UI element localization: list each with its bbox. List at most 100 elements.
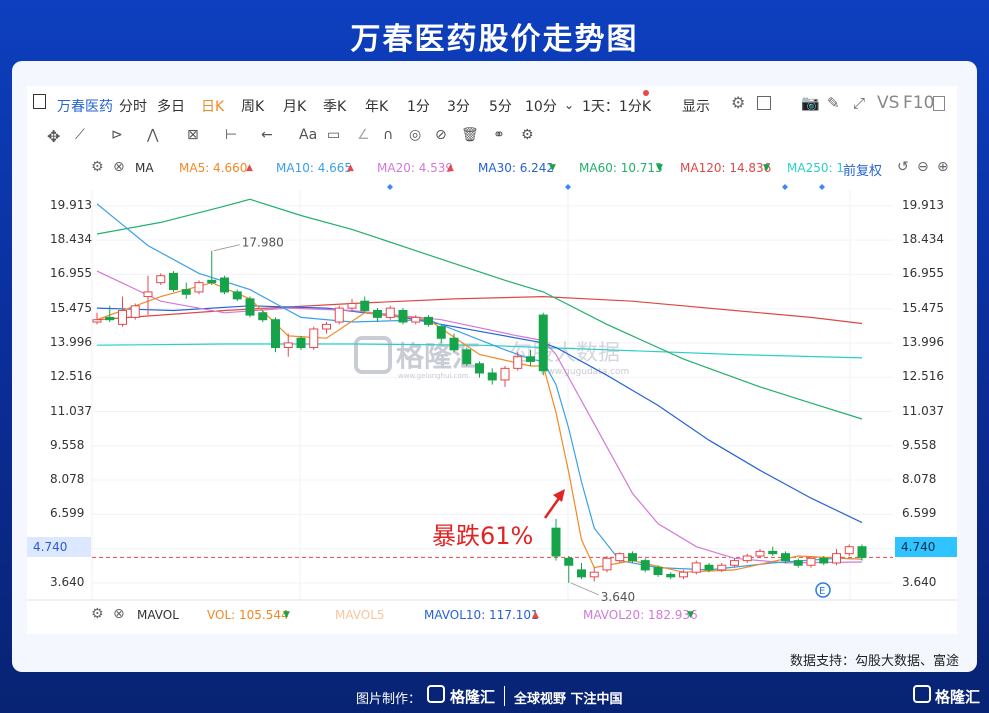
candle-body [309, 328, 319, 349]
y-tick-right: 16.955 [902, 266, 944, 281]
candle-body [857, 546, 867, 558]
candle-body [730, 560, 739, 566]
down-arrow-icon: ▼ [687, 610, 694, 620]
up-arrow-icon: ▲ [532, 610, 539, 620]
brand-name: 格隆汇 [450, 688, 496, 706]
candle-body [742, 555, 752, 562]
candle-body [130, 305, 140, 318]
vol-value: VOL: 105.544 [207, 608, 289, 622]
y-tick-left: 13.996 [50, 334, 92, 349]
event-e-label: E [819, 586, 825, 597]
candle-body [487, 372, 497, 381]
y-tick-right: 13.996 [902, 334, 944, 349]
candle-body [551, 527, 561, 557]
y-tick-left: 6.599 [50, 506, 85, 521]
event-marker [565, 184, 571, 190]
candle-body [704, 564, 714, 571]
event-marker [819, 184, 825, 190]
data-source: 数据支持：勾股大数据、富途 [789, 654, 959, 669]
footer-divider [504, 686, 505, 706]
candle-body [436, 326, 446, 339]
y-tick-left: 9.558 [50, 437, 85, 452]
candle-body [258, 312, 268, 321]
y-tick-right: 18.434 [902, 232, 944, 247]
candle-body [296, 337, 306, 349]
candle-body [283, 342, 293, 349]
footer: 图片制作： 格隆汇 全球视野 下注中国 格隆汇 [0, 680, 989, 713]
candle-body [793, 560, 803, 566]
candle-body [232, 291, 242, 300]
y-tick-right: 12.516 [902, 369, 944, 384]
y-tick-left: 12.516 [50, 369, 92, 384]
candle-body [819, 557, 829, 564]
candle-body [181, 289, 191, 295]
candle-body [500, 367, 510, 381]
candle-body [615, 553, 625, 562]
brand-name-right: 格隆汇 [935, 688, 981, 706]
y-tick-right: 3.640 [902, 574, 937, 589]
candle-body [424, 316, 433, 325]
candle-body [360, 300, 370, 311]
high-price-label: 17.980 [242, 236, 284, 250]
candle-body [666, 574, 676, 578]
candle-body [628, 553, 637, 562]
candle-body [118, 309, 127, 325]
candle-body [589, 571, 599, 578]
candle-body [755, 550, 765, 557]
watermark-gelonghui-url: www.gelonghui.com [398, 372, 469, 380]
candle-body [143, 291, 153, 298]
made-by-label: 图片制作： [356, 692, 422, 707]
candle-body [245, 298, 255, 316]
event-marker [387, 184, 393, 190]
y-tick-right: 9.558 [902, 437, 937, 452]
candle-body [398, 309, 408, 323]
low-price-label: 3.640 [601, 590, 635, 604]
candle-body [526, 356, 535, 362]
candle-body [411, 316, 421, 323]
mavol-label: MAVOL [137, 608, 179, 622]
candle-body [781, 553, 790, 562]
candle-body [640, 560, 650, 571]
y-tick-right: 19.913 [902, 197, 944, 212]
event-marker [782, 184, 788, 190]
candle-body [768, 550, 778, 555]
candle-body [475, 363, 484, 374]
candle-body [602, 557, 612, 571]
vol-settings-icon[interactable]: ⚙ [91, 606, 104, 622]
candle-body [271, 319, 280, 349]
candle-body [691, 562, 701, 573]
candle-body [513, 356, 523, 369]
candle-body [156, 275, 166, 284]
candle-body [449, 337, 459, 351]
candle-body [832, 553, 841, 564]
y-tick-left: 19.913 [50, 197, 92, 212]
slogan: 全球视野 下注中国 [514, 692, 623, 707]
candle-body [322, 323, 331, 330]
volume-legend-row: ⚙ ⊗ MAVOL VOL: 105.544 ▼ MAVOL5 MAVOL10:… [27, 606, 957, 626]
candle-body [717, 564, 727, 571]
candle-body [564, 557, 574, 566]
candle-body [538, 314, 548, 372]
y-tick-left: 16.955 [50, 266, 92, 281]
vol-close-icon[interactable]: ⊗ [113, 606, 125, 622]
candle-body [679, 571, 688, 578]
y-tick-right: 8.078 [902, 472, 937, 487]
y-tick-left: 11.037 [50, 403, 92, 418]
current-price-tag-left: 4.740 [27, 537, 91, 557]
mavol20-value: MAVOL20: 182.936 [583, 608, 698, 622]
high-leader-line [213, 244, 240, 252]
watermark-gugu: 勾股大数据 [510, 341, 620, 366]
down-arrow-icon: ▼ [283, 610, 290, 620]
drop-annotation: 暴跌61% [432, 522, 533, 550]
y-tick-left: 18.434 [50, 232, 92, 247]
candle-body [462, 349, 472, 365]
low-leader-line [570, 582, 599, 596]
y-tick-left: 15.475 [50, 300, 92, 315]
candle-body [385, 307, 395, 318]
candle-body [844, 546, 854, 555]
mavol5-value: MAVOL5 [335, 608, 385, 622]
candle-body [334, 307, 344, 323]
watermark-gugu-url: www.gugudata.com [540, 367, 629, 377]
ma20-line [96, 270, 863, 564]
y-tick-right: 11.037 [902, 403, 944, 418]
